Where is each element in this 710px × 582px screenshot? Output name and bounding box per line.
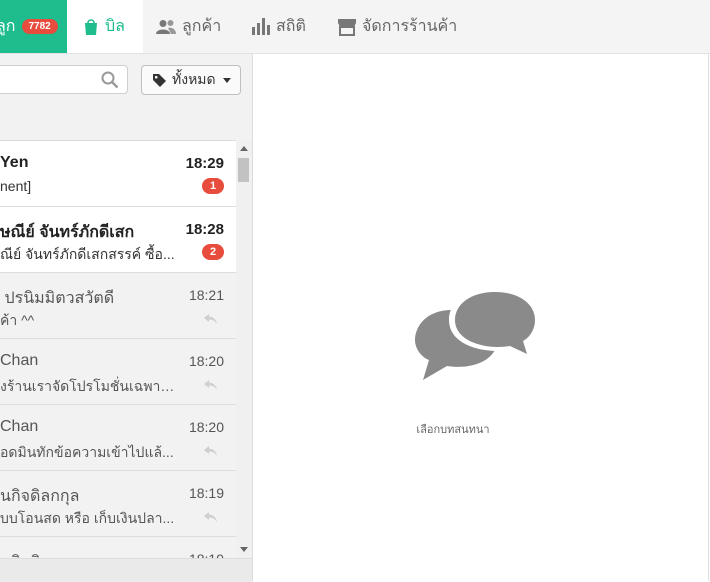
conversation-time: 18:20 (188, 419, 224, 435)
conversation-item[interactable]: Chan งร้านเราจัดโปรโมชั่นเฉพาะเ... 18:20 (0, 339, 236, 405)
conversation-time: 18:21 (188, 287, 224, 303)
conversation-item[interactable]: Yen nent] 18:29 1 (0, 141, 236, 207)
tab-store-management[interactable]: จัดการร้านค้า (319, 0, 469, 53)
conversation-preview: งร้านเราจัดโปรโมชั่นเฉพาะเ... (0, 378, 180, 394)
reply-icon (204, 509, 218, 527)
list-footer (0, 558, 252, 582)
filter-dropdown[interactable]: ทั้งหมด (141, 65, 241, 95)
tab-chat-label: ลูก (0, 18, 16, 35)
tab-store-management-label: จัดการร้านค้า (362, 18, 458, 35)
conversation-time: 18:29 (185, 155, 224, 172)
search-input[interactable] (0, 65, 128, 94)
scroll-thumb[interactable] (238, 158, 249, 182)
tab-chat[interactable]: ลูก 7782 (0, 0, 67, 53)
store-icon (337, 18, 357, 36)
empty-state-label: เลือกบทสนทนา (416, 424, 490, 436)
chat-bubbles-icon (415, 288, 541, 385)
conversation-preview: nent] (0, 178, 32, 194)
conversation-time: 18:20 (188, 353, 224, 369)
top-navigation-bar: ลูก 7782 บิล ลูกค้า สถิติ จัดการร้านค้า (0, 0, 710, 54)
conversation-item[interactable]: นกิจดิลกกุล 18:19 (0, 537, 236, 559)
conversation-time: 18:28 (185, 221, 224, 238)
conversation-item[interactable]: นกิจดิลกกุล บบโอนสด หรือ เก็บเงินปลา... … (0, 471, 236, 537)
conversation-name: นกิจดิลกกุล (0, 488, 80, 505)
chat-count-badge: 7782 (21, 19, 58, 34)
conversation-item[interactable]: Chan อดมินทักข้อความเข้าไปแล้... 18:20 (0, 405, 236, 471)
chevron-down-icon (222, 77, 231, 83)
tab-customers-label: ลูกค้า (182, 18, 222, 35)
search-icon (101, 71, 119, 94)
tag-icon (152, 73, 167, 88)
reply-icon (204, 377, 218, 395)
conversation-list-scrollbar[interactable] (236, 140, 252, 558)
tab-customers[interactable]: ลูกค้า (143, 0, 237, 53)
conversation-list: Yen nent] 18:29 1 ษณีย์ จันทร์ภักดีเสก ณ… (0, 140, 236, 559)
bar-chart-icon (251, 18, 271, 35)
conversation-name: Chan (0, 418, 39, 435)
tab-stats[interactable]: สถิติ (237, 0, 319, 53)
conversation-name: Chan (0, 352, 39, 369)
conversation-name: Yen (0, 154, 29, 171)
conversation-preview: ค้า ^^ (0, 312, 35, 328)
conversation-detail-panel: เลือกบทสนทนา (253, 54, 709, 581)
conversation-preview: อดมินทักข้อความเข้าไปแล้... (0, 444, 174, 460)
conversation-preview: ณีย์ จันทร์ภักดีเสกสรรค์ ซื้อ... (0, 246, 175, 262)
conversation-panel: ทั้งหมด Yen nent] 18:29 1 ษณีย์ จันทร์ภั… (0, 54, 253, 582)
tab-stats-label: สถิติ (276, 18, 306, 35)
unread-count-badge: 1 (202, 178, 224, 194)
tab-bills-label: บิล (105, 18, 125, 35)
users-icon (155, 19, 177, 35)
conversation-name: ษณีย์ จันทร์ภักดีเสก (0, 224, 135, 241)
conversation-preview: บบโอนสด หรือ เก็บเงินปลา... (0, 510, 175, 526)
bag-icon (82, 18, 100, 36)
scroll-down-arrow-icon[interactable] (240, 547, 248, 552)
conversation-time: 18:19 (188, 485, 224, 501)
conversation-name: ุ์ ปรนิมมิตวสวัตดี (0, 290, 115, 307)
reply-icon (204, 443, 218, 461)
reply-icon (204, 311, 218, 329)
conversation-item[interactable]: ษณีย์ จันทร์ภักดีเสก ณีย์ จันทร์ภักดีเสก… (0, 207, 236, 273)
unread-count-badge: 2 (202, 244, 224, 260)
filter-label: ทั้งหมด (172, 71, 216, 87)
tab-bills[interactable]: บิล (67, 0, 143, 53)
conversation-item[interactable]: ุ์ ปรนิมมิตวสวัตดี ค้า ^^ 18:21 (0, 273, 236, 339)
scroll-up-arrow-icon[interactable] (240, 146, 248, 151)
